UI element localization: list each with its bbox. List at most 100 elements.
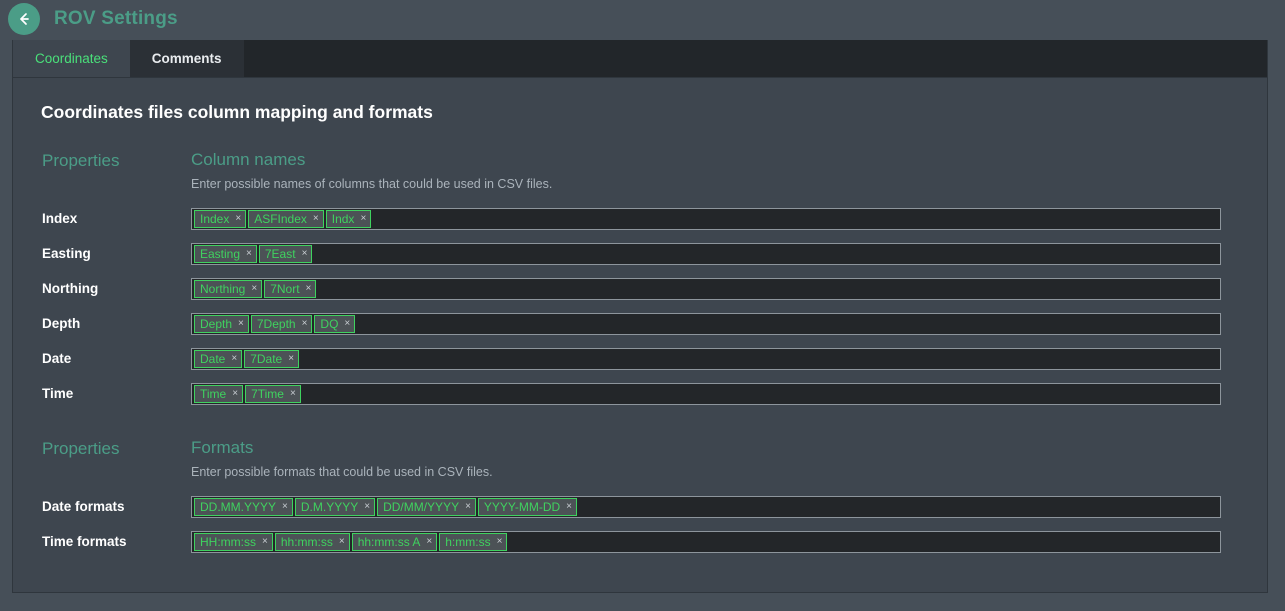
tag-label: DD.MM.YYYY (200, 499, 277, 514)
tag-label: ASFIndex (254, 211, 307, 226)
tag-chip[interactable]: Easting × (194, 244, 257, 263)
tag-label: 7Depth (256, 316, 296, 331)
tag-input-time-formats[interactable]: HH:mm:ss × hh:mm:ss × hh:mm:ss A × h:mm:ss × (191, 530, 1221, 553)
tag-label: Date (200, 351, 226, 366)
tag-remove-icon[interactable]: × (251, 283, 257, 294)
tag-label: Indx (331, 211, 355, 226)
tag-chip[interactable]: Indx × (325, 209, 372, 228)
tag-chip[interactable]: YYYY-MM-DD × (477, 497, 577, 516)
tag-remove-icon[interactable]: × (306, 283, 312, 294)
tag-remove-icon[interactable]: × (290, 388, 296, 399)
section-column-names: Properties Column names Enter possible n… (29, 151, 1251, 411)
tag-chip[interactable]: 7Date × (244, 349, 300, 368)
tag-label: Depth (200, 316, 233, 331)
tag-input-time[interactable]: Time × 7Time × (191, 382, 1221, 405)
row-depth: Depth Depth × 7Depth × DQ × (29, 306, 1251, 341)
tag-chip[interactable]: ASFIndex × (248, 209, 324, 228)
tab-coordinates-label: Coordinates (35, 51, 108, 66)
tag-remove-icon[interactable]: × (426, 536, 432, 547)
arrow-left-icon (16, 11, 32, 27)
tab-content-coordinates: Coordinates files column mapping and for… (13, 78, 1267, 592)
tag-chip[interactable]: Depth × (194, 314, 249, 333)
tag-label: DQ (320, 316, 339, 331)
tag-remove-icon[interactable]: × (232, 388, 238, 399)
tag-remove-icon[interactable]: × (497, 536, 503, 547)
tag-remove-icon[interactable]: × (313, 213, 319, 224)
tag-chip[interactable]: Time × (194, 384, 244, 403)
label-index: Index (42, 211, 78, 226)
tag-remove-icon[interactable]: × (288, 353, 294, 364)
app-title: ROV Settings (54, 8, 178, 29)
row-time: Time Time × 7Time × (29, 376, 1251, 411)
tag-input-index[interactable]: Index × ASFIndex × Indx × (191, 207, 1221, 230)
label-northing: Northing (42, 281, 99, 296)
tag-remove-icon[interactable]: × (246, 248, 252, 259)
tag-chip[interactable]: DD.MM.YYYY × (194, 497, 293, 516)
tag-remove-icon[interactable]: × (262, 536, 268, 547)
tag-input-date[interactable]: Date × 7Date × (191, 347, 1221, 370)
tag-chip[interactable]: DQ × (314, 314, 356, 333)
tag-label: 7East (264, 246, 296, 261)
tag-chip[interactable]: DD/MM/YYYY × (377, 497, 476, 516)
tag-label: 7Time (251, 386, 284, 401)
row-time-formats: Time formats HH:mm:ss × hh:mm:ss × hh:mm:s… (29, 524, 1251, 559)
tag-remove-icon[interactable]: × (566, 501, 572, 512)
tag-label: Easting (200, 246, 241, 261)
settings-panel: Coordinates Comments Coordinates files c… (12, 40, 1268, 593)
tag-chip[interactable]: HH:mm:ss × (194, 532, 273, 551)
tag-label: YYYY-MM-DD (483, 499, 561, 514)
properties-heading-formats: Properties (42, 439, 120, 458)
tag-chip[interactable]: h:mm:ss × (439, 532, 508, 551)
label-date: Date (42, 351, 72, 366)
section-description-formats: Enter possible formats that could be use… (191, 465, 493, 479)
tag-remove-icon[interactable]: × (231, 353, 237, 364)
tag-input-date-formats[interactable]: DD.MM.YYYY × D.M.YYYY × DD/MM/YYYY × YYYY-M… (191, 495, 1221, 518)
properties-heading-column-names: Properties (42, 151, 120, 170)
tag-label: Index (200, 211, 230, 226)
tag-chip[interactable]: D.M.YYYY × (294, 497, 376, 516)
tag-remove-icon[interactable]: × (465, 501, 471, 512)
tag-remove-icon[interactable]: × (302, 248, 308, 259)
row-index: Index Index × ASFIndex × Indx × (29, 201, 1251, 236)
tag-chip[interactable]: hh:mm:ss A × (351, 532, 438, 551)
tag-chip[interactable]: 7East × (258, 244, 313, 263)
tag-remove-icon[interactable]: × (282, 501, 288, 512)
page-title: Coordinates files column mapping and for… (41, 102, 433, 122)
tag-label: 7Nort (270, 281, 300, 296)
tag-label: Northing (200, 281, 246, 296)
title-bar: ROV Settings (0, 0, 1285, 38)
tab-coordinates[interactable]: Coordinates (13, 40, 130, 77)
label-date-formats: Date formats (42, 499, 125, 514)
tag-label: DD/MM/YYYY (383, 499, 460, 514)
tag-remove-icon[interactable]: × (339, 536, 345, 547)
tag-chip[interactable]: Northing × (194, 279, 263, 298)
section-formats: Properties Formats Enter possible format… (29, 439, 1251, 559)
tag-remove-icon[interactable]: × (364, 501, 370, 512)
tag-label: h:mm:ss (445, 534, 491, 549)
section-title-column-names: Column names (191, 150, 306, 169)
tag-remove-icon[interactable]: × (344, 318, 350, 329)
tag-remove-icon[interactable]: × (235, 213, 241, 224)
tab-comments[interactable]: Comments (129, 40, 244, 77)
label-depth: Depth (42, 316, 81, 331)
section-description-column-names: Enter possible names of columns that cou… (191, 177, 553, 191)
tag-label: 7Date (250, 351, 283, 366)
tag-remove-icon[interactable]: × (302, 318, 308, 329)
tag-chip[interactable]: Index × (194, 209, 247, 228)
tag-chip[interactable]: 7Depth × (250, 314, 313, 333)
tag-input-depth[interactable]: Depth × 7Depth × DQ × (191, 312, 1221, 335)
tag-input-northing[interactable]: Northing × 7Nort × (191, 277, 1221, 300)
back-button[interactable] (8, 3, 40, 35)
tag-chip[interactable]: 7Nort × (264, 279, 317, 298)
label-time-formats: Time formats (42, 534, 127, 549)
tag-label: hh:mm:ss (280, 534, 333, 549)
tab-bar: Coordinates Comments (13, 40, 1267, 78)
section-title-formats: Formats (191, 438, 254, 457)
tag-chip[interactable]: 7Time × (245, 384, 301, 403)
tag-remove-icon[interactable]: × (360, 213, 366, 224)
tag-chip[interactable]: Date × (194, 349, 243, 368)
tag-chip[interactable]: hh:mm:ss × (274, 532, 350, 551)
tag-remove-icon[interactable]: × (238, 318, 244, 329)
tag-label: D.M.YYYY (300, 499, 359, 514)
tag-input-easting[interactable]: Easting × 7East × (191, 242, 1221, 265)
